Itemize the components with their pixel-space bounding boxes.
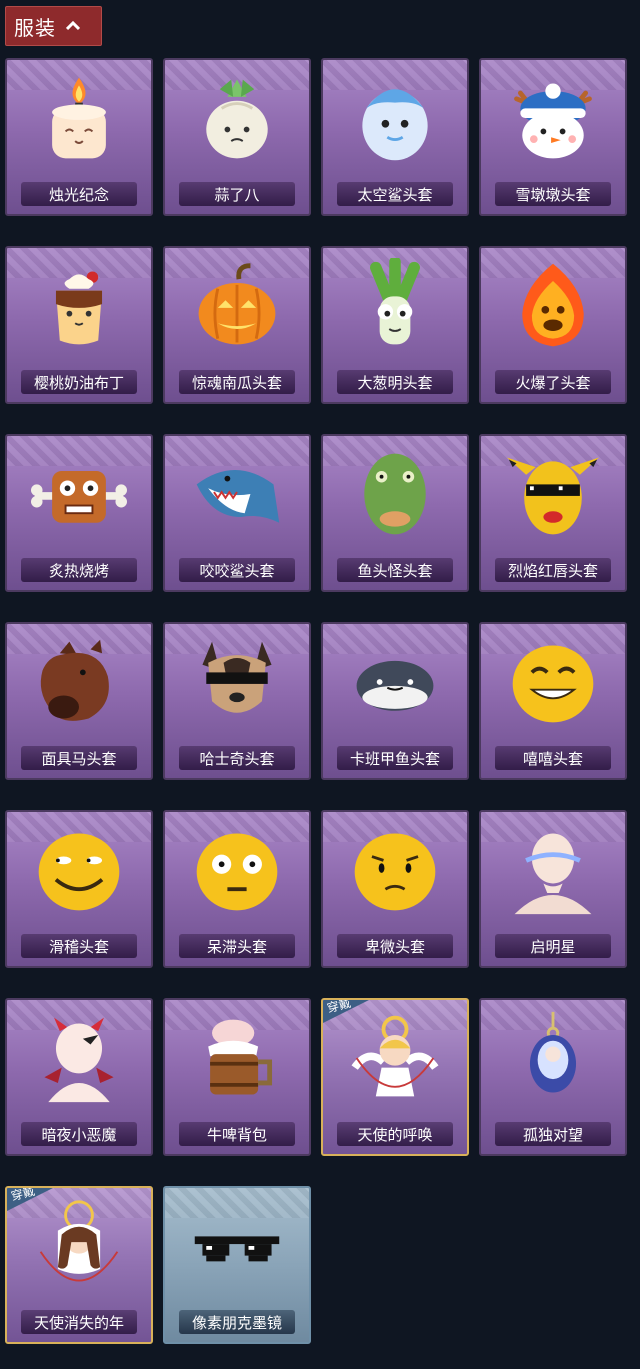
fish-head-icon	[364, 453, 426, 535]
costume-card[interactable]: 樱桃奶油布丁	[5, 246, 153, 404]
costume-card[interactable]: 卡班甲鱼头套	[321, 622, 469, 780]
costume-card[interactable]: 卑微头套	[321, 810, 469, 968]
costume-card[interactable]: 惊魂南瓜头套	[163, 246, 311, 404]
funny-emoji-icon	[38, 833, 120, 911]
shark-icon	[196, 470, 280, 523]
costume-card[interactable]: 孤独对望	[479, 998, 627, 1156]
dazed-emoji-icon	[196, 833, 278, 911]
candle-icon	[52, 77, 106, 159]
costume-card[interactable]: 蒜了八	[163, 58, 311, 216]
costume-card[interactable]: 雪墩墩头套	[479, 58, 627, 216]
costume-section-toggle[interactable]: 服装	[5, 6, 102, 46]
costume-name: 火爆了头套	[515, 373, 591, 392]
snowman-icon	[514, 83, 592, 159]
costume-name: 卡班甲鱼头套	[349, 749, 440, 768]
costume-card[interactable]: 哈士奇头套	[163, 622, 311, 780]
costume-name: 咬咬鲨头套	[199, 561, 275, 580]
costume-name: 大葱明头套	[357, 373, 433, 392]
costume-name: 烈焰红唇头套	[507, 561, 598, 580]
costume-card[interactable]: 启明星	[479, 810, 627, 968]
beer-barrel-icon	[208, 1019, 273, 1095]
humble-emoji-icon	[354, 833, 436, 911]
costume-name: 像素朋克墨镜	[191, 1313, 282, 1332]
costume-name: 启明星	[530, 937, 576, 956]
costume-card[interactable]: 暗夜小恶魔	[5, 998, 153, 1156]
scallion-icon	[370, 258, 420, 345]
costume-card[interactable]: 大葱明头套	[321, 246, 469, 404]
costume-card[interactable]: 像素朋克墨镜	[163, 1186, 311, 1344]
costume-name: 天使的呼唤	[357, 1125, 433, 1144]
husky-icon	[202, 641, 272, 713]
costume-name: 惊魂南瓜头套	[191, 373, 282, 392]
costume-card[interactable]: 牛啤背包	[163, 998, 311, 1156]
costume-name: 蒜了八	[214, 185, 260, 204]
costume-card[interactable]: 呆滞头套	[163, 810, 311, 968]
grin-emoji-icon	[512, 645, 594, 723]
costume-card-equipped[interactable]: 穿戴 天使消失的年	[5, 1186, 153, 1344]
costume-name: 樱桃奶油布丁	[33, 373, 124, 392]
costume-card[interactable]: 炙热烧烤	[5, 434, 153, 592]
costume-name: 天使消失的年	[33, 1313, 124, 1332]
costume-name: 嘻嘻头套	[522, 749, 583, 768]
bbq-icon	[31, 470, 127, 523]
pudding-icon	[55, 271, 103, 345]
fish-icon	[356, 660, 434, 711]
halo-head-icon	[514, 833, 592, 915]
space-shark-icon	[362, 89, 428, 161]
costume-card[interactable]: 火爆了头套	[479, 246, 627, 404]
costume-name: 鱼头怪头套	[357, 561, 433, 580]
costume-name: 滑稽头套	[48, 937, 109, 956]
costume-name: 太空鲨头套	[357, 185, 433, 204]
angel-girl-icon	[39, 1200, 119, 1282]
costume-name: 暗夜小恶魔	[41, 1125, 117, 1144]
costume-grid: 烛光纪念 蒜了八 太空鲨头套 雪墩墩头套 樱桃奶油布丁 惊魂南瓜头套 大葱明头套…	[5, 58, 627, 1344]
pendant-icon	[529, 1011, 577, 1093]
costume-name: 面具马头套	[41, 749, 117, 768]
section-title: 服装	[14, 15, 56, 40]
fire-icon	[522, 263, 584, 347]
costume-card[interactable]: 太空鲨头套	[321, 58, 469, 216]
pixel-sunglasses-icon	[194, 1236, 280, 1262]
pikachu-mask-icon	[506, 457, 600, 535]
costume-name: 炙热烧烤	[48, 561, 109, 580]
costume-card[interactable]: 滑稽头套	[5, 810, 153, 968]
costume-name: 呆滞头套	[206, 937, 267, 956]
costume-card[interactable]: 嘻嘻头套	[479, 622, 627, 780]
costume-name: 孤独对望	[522, 1125, 583, 1144]
costume-name: 烛光纪念	[48, 185, 109, 204]
costume-name: 雪墩墩头套	[515, 185, 591, 204]
costume-card[interactable]: 烛光纪念	[5, 58, 153, 216]
devil-icon	[44, 1017, 114, 1103]
costume-name: 牛啤背包	[206, 1125, 267, 1144]
costume-name: 哈士奇头套	[199, 749, 275, 768]
costume-card[interactable]: 面具马头套	[5, 622, 153, 780]
pumpkin-icon	[198, 263, 276, 345]
horse-mask-icon	[40, 639, 109, 721]
costume-card[interactable]: 烈焰红唇头套	[479, 434, 627, 592]
angel-icon	[351, 1015, 439, 1097]
costume-card[interactable]: 鱼头怪头套	[321, 434, 469, 592]
costume-card[interactable]: 咬咬鲨头套	[163, 434, 311, 592]
costume-name: 卑微头套	[364, 937, 425, 956]
garlic-icon	[206, 79, 268, 159]
costume-card-equipped[interactable]: 穿戴 天使的呼唤	[321, 998, 469, 1156]
chevron-up-icon	[66, 21, 80, 31]
